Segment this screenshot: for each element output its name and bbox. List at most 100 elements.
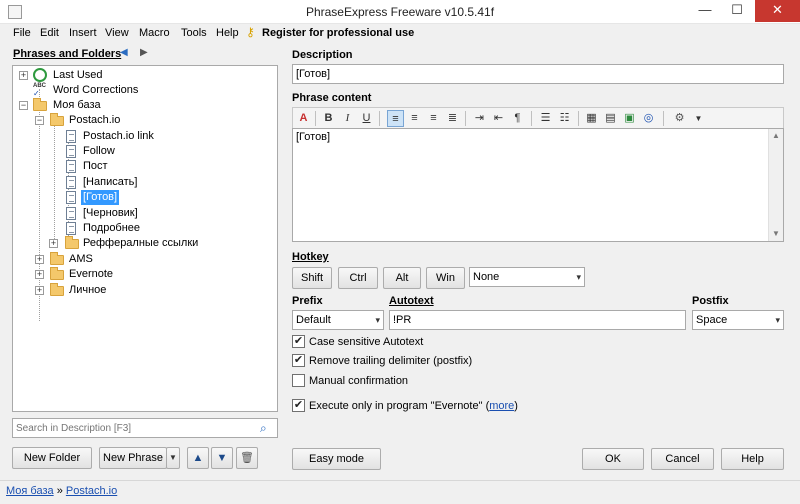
tree-item-referral-folder[interactable]: + Реффералные ссылки [13, 236, 277, 251]
menu-file[interactable]: File [13, 27, 31, 39]
prefix-select[interactable]: Default ▾ [292, 310, 384, 330]
tree-item-phrase[interactable]: [Написать] [13, 175, 277, 190]
document-icon [66, 145, 76, 158]
scroll-down-icon[interactable]: ▼ [769, 227, 783, 241]
tree-label: Личное [69, 284, 107, 296]
image-icon[interactable]: ▣ [621, 110, 638, 127]
menu-edit[interactable]: Edit [40, 27, 59, 39]
close-button[interactable]: ✕ [755, 0, 800, 22]
more-dropdown-icon[interactable]: ▼ [690, 110, 707, 127]
bullet-list-icon[interactable]: ☰ [537, 110, 554, 127]
menu-help[interactable]: Help [216, 27, 239, 39]
tree-item-my-base[interactable]: − Моя база [13, 98, 277, 113]
numbered-list-icon[interactable]: ☷ [556, 110, 573, 127]
tree-item-last-used[interactable]: + Last Used [13, 68, 277, 83]
justify-icon[interactable]: ≣ [444, 110, 461, 127]
italic-button[interactable]: I [339, 110, 356, 127]
delete-icon[interactable]: 🗑 [236, 447, 258, 469]
maximize-button[interactable]: ☐ [722, 0, 752, 22]
toolbar-separator [379, 111, 380, 126]
tree-item-phrase-selected[interactable]: [Готов] [13, 190, 277, 205]
tree-label: Моя база [53, 99, 101, 111]
settings-gear-icon[interactable]: ⚙ [671, 110, 688, 127]
paragraph-icon[interactable]: ¶ [509, 110, 526, 127]
tree-item-evernote-folder[interactable]: + Evernote [13, 267, 277, 282]
toolbar-separator [531, 111, 532, 126]
ctrl-modifier-button[interactable]: Ctrl [338, 267, 378, 289]
collapse-icon[interactable]: − [19, 101, 28, 110]
menu-tools[interactable]: Tools [181, 27, 207, 39]
register-link[interactable]: Register for professional use [262, 27, 414, 39]
new-folder-button[interactable]: New Folder [12, 447, 92, 469]
hotkey-key-select[interactable]: None ▾ [469, 267, 585, 287]
tree-item-postach-folder[interactable]: − Postach.io [13, 113, 277, 128]
content-scrollbar[interactable]: ▲ ▼ [768, 129, 783, 241]
indent-icon[interactable]: ⇥ [471, 110, 488, 127]
search-icon[interactable]: ⌕ [260, 421, 274, 435]
search-input[interactable] [13, 419, 253, 437]
phrase-tree[interactable]: + Last Used ABC ✓ Word Corrections − Моя … [12, 65, 278, 412]
manual-confirmation-checkbox[interactable] [292, 374, 305, 387]
cancel-button[interactable]: Cancel [651, 448, 714, 470]
execute-only-checkbox[interactable]: ✔ [292, 399, 305, 412]
tree-item-phrase[interactable]: [Черновик] [13, 206, 277, 221]
ok-button[interactable]: OK [582, 448, 644, 470]
new-phrase-button[interactable]: New Phrase [99, 447, 167, 469]
expand-icon[interactable]: + [49, 239, 58, 248]
tree-item-personal-folder[interactable]: + Личное [13, 283, 277, 298]
postfix-select[interactable]: Space ▾ [692, 310, 784, 330]
nav-back-icon[interactable]: ◀ [120, 47, 128, 58]
tree-label: Evernote [69, 268, 114, 280]
easy-mode-button[interactable]: Easy mode [292, 448, 381, 470]
align-right-icon[interactable]: ≡ [425, 110, 442, 127]
collapse-icon[interactable]: − [35, 116, 44, 125]
underline-button[interactable]: U [358, 110, 375, 127]
breadcrumb-my-base[interactable]: Моя база [6, 485, 54, 497]
tree-label: [Написать] [83, 176, 138, 188]
bold-button[interactable]: B [320, 110, 337, 127]
tree-label: Реффералные ссылки [83, 237, 199, 249]
expand-icon[interactable]: + [19, 71, 28, 80]
nav-forward-icon[interactable]: ▶ [140, 47, 148, 58]
tree-item-phrase[interactable]: Postach.io link [13, 129, 277, 144]
shift-modifier-button[interactable]: Shift [292, 267, 332, 289]
link-icon[interactable]: ◎ [640, 110, 657, 127]
execute-only-text: Execute only in program "Evernote" ( [309, 400, 490, 412]
tree-item-phrase[interactable]: Подробнее [13, 221, 277, 236]
breadcrumb-postach[interactable]: Postach.io [66, 485, 117, 497]
postfix-label: Postfix [692, 295, 729, 307]
alt-modifier-button[interactable]: Alt [383, 267, 421, 289]
menu-macro[interactable]: Macro [139, 27, 170, 39]
align-left-icon[interactable]: ≡ [387, 110, 404, 127]
expand-icon[interactable]: + [35, 255, 44, 264]
tree-item-phrase[interactable]: Follow [13, 144, 277, 159]
expand-icon[interactable]: + [35, 286, 44, 295]
text-box-icon[interactable]: ▤ [602, 110, 619, 127]
menu-insert[interactable]: Insert [69, 27, 97, 39]
align-center-icon[interactable]: ≡ [406, 110, 423, 127]
outdent-icon[interactable]: ⇤ [490, 110, 507, 127]
menu-view[interactable]: View [105, 27, 129, 39]
scroll-up-icon[interactable]: ▲ [769, 129, 783, 143]
folder-icon [33, 98, 47, 111]
prefix-value: Default [296, 314, 331, 326]
move-down-icon[interactable]: ▼ [211, 447, 233, 469]
remove-trailing-checkbox[interactable]: ✔ [292, 354, 305, 367]
minimize-button[interactable]: — [690, 0, 720, 22]
more-link[interactable]: more [489, 400, 514, 412]
table-icon[interactable]: ▦ [583, 110, 600, 127]
phrase-content-editor[interactable]: [Готов] ▲ ▼ [292, 128, 784, 242]
tree-item-ams-folder[interactable]: + AMS [13, 252, 277, 267]
font-icon[interactable]: A [295, 110, 312, 127]
move-up-icon[interactable]: ▲ [187, 447, 209, 469]
folder-open-icon [50, 113, 64, 126]
tree-item-phrase[interactable]: Пост [13, 159, 277, 174]
expand-icon[interactable]: + [35, 270, 44, 279]
tree-item-word-corrections[interactable]: ABC ✓ Word Corrections [13, 83, 277, 98]
autotext-input[interactable]: !PR [389, 310, 686, 330]
case-sensitive-checkbox[interactable]: ✔ [292, 335, 305, 348]
win-modifier-button[interactable]: Win [426, 267, 465, 289]
help-button[interactable]: Help [721, 448, 784, 470]
description-input[interactable]: [Готов] [292, 64, 784, 84]
new-phrase-dropdown-icon[interactable]: ▼ [166, 447, 180, 469]
